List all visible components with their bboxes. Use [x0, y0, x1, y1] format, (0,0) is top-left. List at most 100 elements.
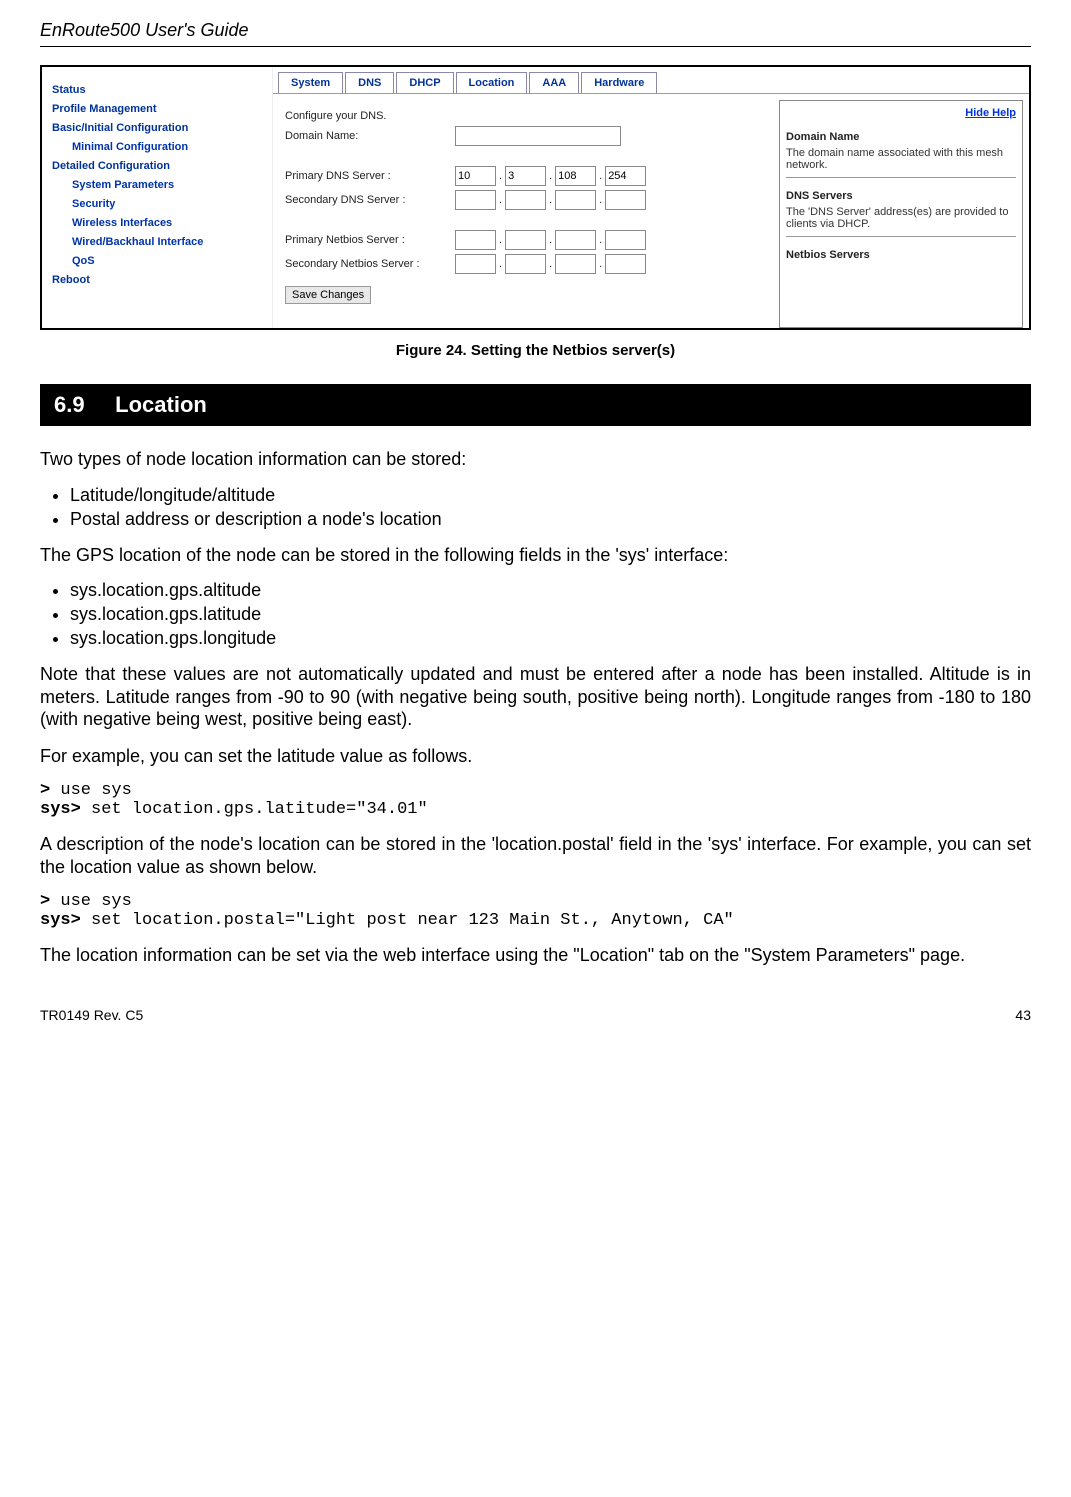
cli-command: use sys — [50, 892, 132, 911]
tab-dhcp[interactable]: DHCP — [396, 72, 453, 93]
nav-basic[interactable]: Basic/Initial Configuration — [52, 122, 262, 134]
paragraph: Note that these values are not automatic… — [40, 663, 1031, 731]
cli-command: set location.postal="Light post near 123… — [81, 911, 734, 930]
secondary-dns-label: Secondary DNS Server : — [285, 194, 455, 206]
dot-icon: . — [549, 234, 552, 246]
dot-icon: . — [499, 258, 502, 270]
tab-aaa[interactable]: AAA — [529, 72, 579, 93]
secondary-dns-c[interactable] — [555, 190, 596, 210]
dot-icon: . — [599, 234, 602, 246]
domain-name-input[interactable] — [455, 126, 621, 146]
domain-name-label: Domain Name: — [285, 130, 455, 142]
dot-icon: . — [499, 170, 502, 182]
paragraph: The location information can be set via … — [40, 944, 1031, 967]
cli-command: set location.gps.latitude="34.01" — [81, 800, 428, 819]
nav-security[interactable]: Security — [52, 198, 262, 210]
tab-hardware[interactable]: Hardware — [581, 72, 657, 93]
list-item: sys.location.gps.latitude — [70, 604, 1031, 625]
nav-reboot[interactable]: Reboot — [52, 274, 262, 286]
tabs-row: System DNS DHCP Location AAA Hardware — [273, 67, 1029, 94]
dot-icon: . — [549, 194, 552, 206]
footer-left: TR0149 Rev. C5 — [40, 1007, 143, 1023]
primary-dns-c[interactable] — [555, 166, 596, 186]
primary-dns-a[interactable] — [455, 166, 496, 186]
configure-text: Configure your DNS. — [285, 110, 761, 122]
primary-netbios-c[interactable] — [555, 230, 596, 250]
tab-location[interactable]: Location — [456, 72, 528, 93]
header-rule — [40, 46, 1031, 47]
list-item: Postal address or description a node's l… — [70, 509, 1031, 530]
nav-status[interactable]: Status — [52, 84, 262, 96]
help-heading-domain: Domain Name — [786, 131, 1016, 143]
secondary-netbios-a[interactable] — [455, 254, 496, 274]
config-screenshot: Status Profile Management Basic/Initial … — [40, 65, 1031, 330]
primary-dns-label: Primary DNS Server : — [285, 170, 455, 182]
section-number: 6.9 — [54, 392, 85, 417]
content-row: Configure your DNS. Domain Name: Primary… — [273, 94, 1029, 328]
nav-profile[interactable]: Profile Management — [52, 103, 262, 115]
paragraph: A description of the node's location can… — [40, 833, 1031, 878]
secondary-dns-d[interactable] — [605, 190, 646, 210]
nav-system-params[interactable]: System Parameters — [52, 179, 262, 191]
nav-qos[interactable]: QoS — [52, 255, 262, 267]
main-area: System DNS DHCP Location AAA Hardware Co… — [273, 67, 1029, 328]
bullet-list: sys.location.gps.altitude sys.location.g… — [70, 580, 1031, 649]
cli-prompt: > — [40, 781, 50, 800]
list-item: sys.location.gps.longitude — [70, 628, 1031, 649]
cli-prompt: sys> — [40, 800, 81, 819]
primary-netbios-b[interactable] — [505, 230, 546, 250]
primary-dns-b[interactable] — [505, 166, 546, 186]
cli-command: use sys — [50, 781, 132, 800]
nav-wireless[interactable]: Wireless Interfaces — [52, 217, 262, 229]
list-item: Latitude/longitude/altitude — [70, 485, 1031, 506]
doc-header-title: EnRoute500 User's Guide — [40, 20, 1031, 41]
figure-caption: Figure 24. Setting the Netbios server(s) — [40, 342, 1031, 359]
save-changes-button[interactable]: Save Changes — [285, 286, 371, 304]
side-navigation: Status Profile Management Basic/Initial … — [42, 67, 273, 328]
help-heading-netbios: Netbios Servers — [786, 249, 1016, 261]
cli-block: > use sys sys> set location.gps.latitude… — [40, 781, 1031, 819]
dot-icon: . — [599, 194, 602, 206]
primary-netbios-a[interactable] — [455, 230, 496, 250]
secondary-netbios-d[interactable] — [605, 254, 646, 274]
dot-icon: . — [599, 170, 602, 182]
hide-help-link[interactable]: Hide Help — [965, 107, 1016, 119]
cli-block: > use sys sys> set location.postal="Ligh… — [40, 892, 1031, 930]
secondary-dns-b[interactable] — [505, 190, 546, 210]
primary-dns-d[interactable] — [605, 166, 646, 186]
tab-dns[interactable]: DNS — [345, 72, 394, 93]
section-title: Location — [115, 392, 207, 417]
secondary-netbios-c[interactable] — [555, 254, 596, 274]
section-header: 6.9 Location — [40, 384, 1031, 426]
secondary-netbios-b[interactable] — [505, 254, 546, 274]
help-divider — [786, 177, 1016, 178]
nav-detailed[interactable]: Detailed Configuration — [52, 160, 262, 172]
nav-wired[interactable]: Wired/Backhaul Interface — [52, 236, 262, 248]
primary-netbios-label: Primary Netbios Server : — [285, 234, 455, 246]
list-item: sys.location.gps.altitude — [70, 580, 1031, 601]
dot-icon: . — [599, 258, 602, 270]
paragraph: For example, you can set the latitude va… — [40, 745, 1031, 768]
help-text-domain: The domain name associated with this mes… — [786, 147, 1016, 171]
nav-minimal[interactable]: Minimal Configuration — [52, 141, 262, 153]
form-column: Configure your DNS. Domain Name: Primary… — [273, 94, 773, 328]
dot-icon: . — [549, 258, 552, 270]
dot-icon: . — [549, 170, 552, 182]
help-text-dns: The 'DNS Server' address(es) are provide… — [786, 206, 1016, 230]
tab-system[interactable]: System — [278, 72, 343, 93]
dot-icon: . — [499, 194, 502, 206]
cli-prompt: sys> — [40, 911, 81, 930]
secondary-netbios-label: Secondary Netbios Server : — [285, 258, 455, 270]
paragraph: Two types of node location information c… — [40, 448, 1031, 471]
help-divider — [786, 236, 1016, 237]
paragraph: The GPS location of the node can be stor… — [40, 544, 1031, 567]
bullet-list: Latitude/longitude/altitude Postal addre… — [70, 485, 1031, 530]
page-footer: TR0149 Rev. C5 43 — [40, 1007, 1031, 1023]
dot-icon: . — [499, 234, 502, 246]
cli-prompt: > — [40, 892, 50, 911]
secondary-dns-a[interactable] — [455, 190, 496, 210]
help-heading-dns: DNS Servers — [786, 190, 1016, 202]
footer-right: 43 — [1015, 1007, 1031, 1023]
help-panel: Hide Help Domain Name The domain name as… — [779, 100, 1023, 328]
primary-netbios-d[interactable] — [605, 230, 646, 250]
